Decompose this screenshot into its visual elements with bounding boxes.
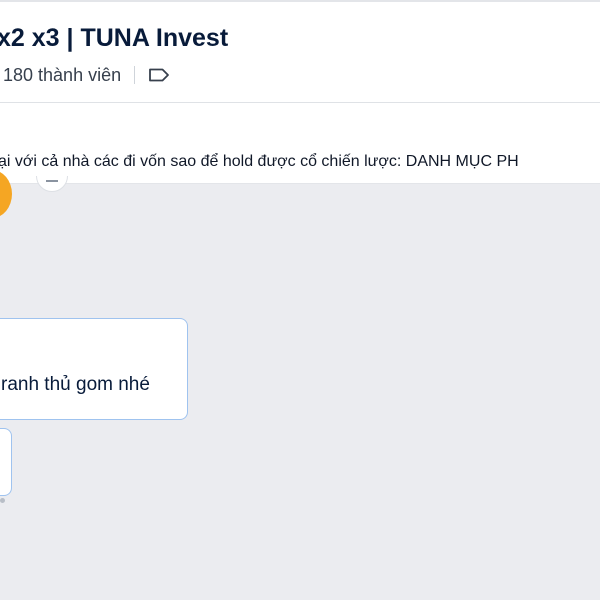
pinned-message-text: ại với cả nhà các đi vốn sao để hold đượ… [0,153,519,170]
message-text: ranh thủ gom nhé [1,374,150,395]
message-bubble-partial[interactable] [0,428,12,496]
status-dot [0,498,5,503]
pinned-message-bar[interactable]: ại với cả nhà các đi vốn sao để hold đượ… [0,110,600,184]
minus-icon [46,180,58,182]
group-header: x2 x3 | TUNA Invest 180 thành viên [0,0,600,103]
meta-divider [134,66,136,84]
member-count[interactable]: 180 thành viên [3,65,121,86]
collapse-button[interactable] [36,176,68,192]
collapse-circle [36,176,68,192]
group-meta: 180 thành viên [3,64,170,86]
group-title[interactable]: x2 x3 | TUNA Invest [0,24,228,53]
message-bubble[interactable]: ranh thủ gom nhé [0,318,188,420]
tag-icon[interactable] [148,67,170,83]
